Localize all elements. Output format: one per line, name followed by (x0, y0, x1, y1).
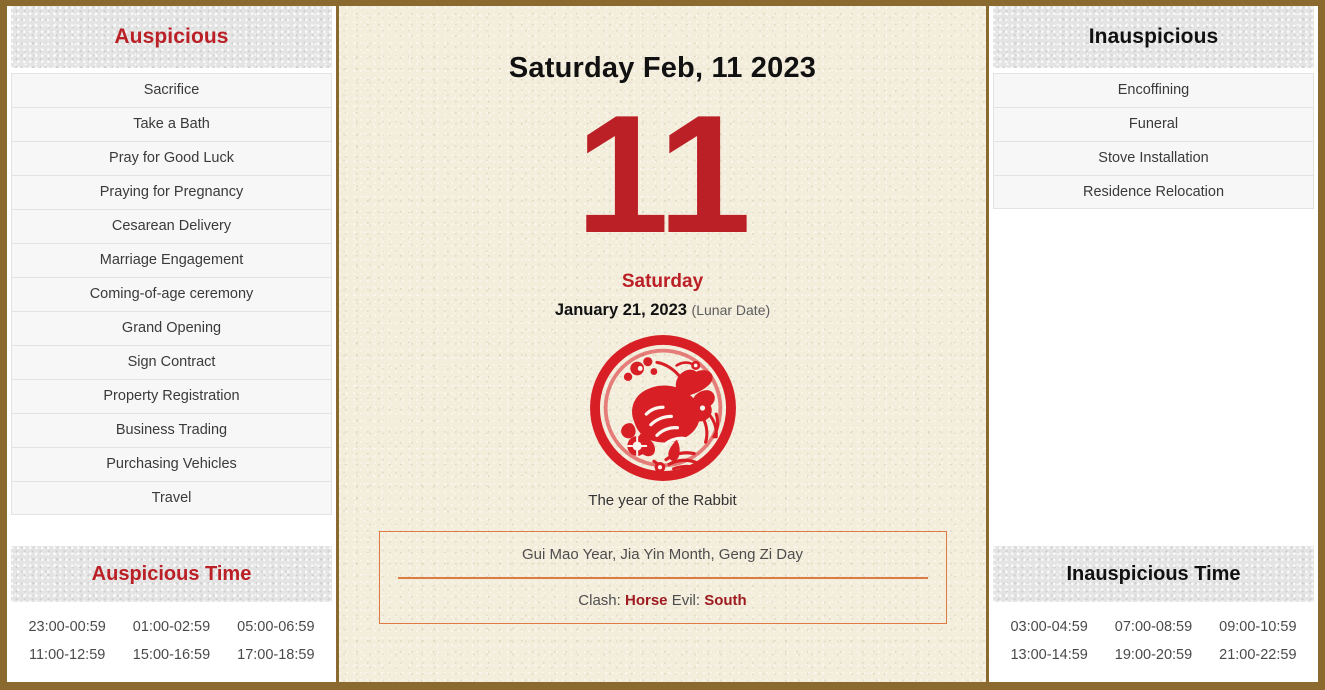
list-item[interactable]: Sacrifice (11, 73, 332, 107)
time-slot: 07:00-08:59 (1114, 619, 1193, 635)
day-detail-panel: Saturday Feb, 11 2023 11 Saturday Januar… (339, 6, 986, 682)
list-item[interactable]: Marriage Engagement (11, 243, 332, 277)
time-slot: 11:00-12:59 (29, 647, 106, 663)
auspicious-list: Sacrifice Take a Bath Pray for Good Luck Pr… (7, 68, 336, 515)
list-item[interactable]: Grand Opening (11, 311, 332, 345)
inauspicious-time-grid: 03:00-04:59 07:00-08:59 09:00-10:59 13:00-1… (989, 602, 1318, 682)
list-item[interactable]: Coming-of-age ceremony (11, 277, 332, 311)
auspicious-time-header: Auspicious Time (11, 546, 332, 602)
list-item[interactable]: Funeral (993, 107, 1314, 141)
zodiac-caption: The year of the Rabbit (588, 492, 737, 509)
list-item[interactable]: Property Registration (11, 379, 332, 413)
time-slot: 21:00-22:59 (1219, 647, 1297, 663)
evil-value: South (704, 592, 747, 609)
rabbit-papercut-icon (587, 332, 739, 484)
list-item[interactable]: Residence Relocation (993, 175, 1314, 209)
weekday-label: Saturday (621, 271, 704, 292)
time-slot: 01:00-02:59 (132, 619, 211, 635)
time-slot: 13:00-14:59 (1010, 647, 1088, 663)
time-slot: 03:00-04:59 (1010, 619, 1088, 635)
calendar-page: Auspicious Sacrifice Take a Bath Pray for … (0, 0, 1325, 690)
time-slot: 23:00-00:59 (28, 619, 106, 635)
time-slot: 19:00-20:59 (1114, 647, 1193, 663)
clash-value: Horse (624, 592, 668, 609)
evil-label: Evil: (671, 592, 701, 609)
lunar-date-suffix: (Lunar Date) (691, 302, 771, 318)
list-item[interactable]: Travel (11, 481, 332, 515)
day-number: 11 (575, 80, 752, 268)
time-slot: 09:00-10:59 (1219, 619, 1297, 635)
list-item[interactable]: Stove Installation (993, 141, 1314, 175)
list-item[interactable]: Praying for Pregnancy (11, 175, 332, 209)
list-item[interactable]: Cesarean Delivery (11, 209, 332, 243)
auspicious-header: Auspicious (11, 6, 332, 68)
day-info-box: Gui Mao Year, Jia Yin Month, Geng Zi Day… (378, 531, 947, 624)
lunar-date-line: January 21, 2023 (Lunar Date) (555, 301, 770, 320)
right-panel-spacer (989, 209, 1318, 546)
clash-label: Clash: (578, 592, 621, 609)
list-item[interactable]: Purchasing Vehicles (11, 447, 332, 481)
list-item[interactable]: Pray for Good Luck (11, 141, 332, 175)
inauspicious-time-header: Inauspicious Time (993, 546, 1314, 602)
lunar-date-value: January 21, 2023 (554, 301, 687, 319)
auspicious-time-grid: 23:00-00:59 01:00-02:59 05:00-06:59 11:00-1… (7, 602, 336, 682)
time-slot: 17:00-18:59 (237, 647, 315, 663)
list-item[interactable]: Encoffining (993, 73, 1314, 107)
ganzhi-pillars: Gui Mao Year, Jia Yin Month, Geng Zi Day (397, 546, 928, 579)
time-slot: 15:00-16:59 (132, 647, 211, 663)
clash-evil-line: Clash: Horse Evil: South (398, 579, 928, 609)
left-panel-spacer (7, 515, 336, 546)
inauspicious-panel: Inauspicious Encoffining Funeral Stove Ins… (986, 6, 1318, 682)
time-slot: 05:00-06:59 (237, 619, 315, 635)
inauspicious-list: Encoffining Funeral Stove Installation Resi… (989, 68, 1318, 209)
list-item[interactable]: Take a Bath (11, 107, 332, 141)
auspicious-panel: Auspicious Sacrifice Take a Bath Pray for … (7, 6, 339, 682)
inauspicious-header: Inauspicious (993, 6, 1314, 68)
list-item[interactable]: Sign Contract (11, 345, 332, 379)
list-item[interactable]: Business Trading (11, 413, 332, 447)
